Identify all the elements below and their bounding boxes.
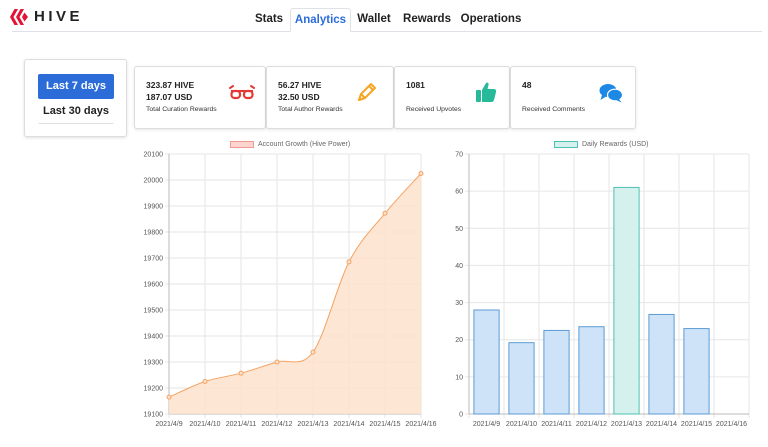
area-x-tick-label: 2021/4/9 [155,421,182,428]
area-y-tick-label: 19400 [144,334,164,341]
bar-y-tick-label: 40 [455,263,463,270]
bar-x-tick-label: 2021/4/11 [541,421,572,428]
area-y-tick-label: 19200 [144,386,164,393]
bar-x-tick-label: 2021/4/15 [681,421,712,428]
bar-y-tick-label: 10 [455,374,463,381]
charts-canvas: 2010020000199001980019700196001950019400… [144,152,750,429]
area-data-point [418,171,424,176]
bar-x-tick-label: 2021/4/10 [506,421,537,428]
bar-2021-4-9 [473,309,500,415]
area-fill [169,173,421,414]
account-growth-chart: 20100 20000 19900 19800 19700 19600 19500 19400… [144,152,437,429]
area-data-point [238,370,244,376]
area-x-tick-label: 2021/4/13 [297,421,328,428]
area-y-tick-label: 19900 [144,204,164,211]
area-data-point [274,359,280,365]
area-data-point [166,394,172,400]
bar-x-tick-label: 2021/4/12 [576,421,607,428]
bar-x-tick-label: 2021/4/9 [473,421,500,428]
area-x-tick-label: 2021/4/14 [333,421,364,428]
bar-x-tick-label: 2021/4/16 [716,421,747,428]
bar-2021-4-14 [648,313,675,415]
area-x-tick-label: 2021/4/16 [405,421,436,428]
bar-y-tick-label: 20 [455,337,463,344]
area-data-point [382,210,388,216]
bar-y-tick-label: 30 [455,300,463,307]
bar-2021-4-12 [578,326,605,415]
bar-y-tick-label: 50 [455,226,463,233]
area-y-tick-label: 19800 [144,230,164,237]
bar-y-tick-label: 70 [455,152,463,159]
area-x-tick-label: 2021/4/12 [261,421,292,428]
area-y-tick-label: 19600 [144,282,164,289]
area-x-tick-label: 2021/4/15 [369,421,400,428]
area-y-tick-label: 20000 [144,178,164,185]
area-data-point [310,349,316,355]
area-x-tick-label: 2021/4/10 [189,421,220,428]
area-y-tick-label: 19700 [144,256,164,263]
area-data-point [346,259,352,265]
bar-x-tick-label: 2021/4/13 [611,421,642,428]
bar-x-tick-label: 2021/4/14 [646,421,677,428]
bar-2021-4-11 [543,329,570,415]
area-y-tick-label: 19300 [144,360,164,367]
area-y-tick-label: 20100 [144,152,164,159]
bar-y-tick-label: 60 [455,189,463,196]
bar-y-tick-label: 0 [459,412,463,419]
bar-2021-4-15 [683,328,710,415]
bar-2021-4-10 [508,342,535,415]
daily-rewards-chart: 70 60 50 40 30 20 10 0 2021/4/9 2021/4/10 2021/4/1… [455,152,750,428]
area-y-tick-label: 19100 [144,412,164,419]
area-data-point [202,379,208,384]
bar-2021-4-13 [613,186,640,415]
area-y-tick-label: 19500 [144,308,164,315]
area-x-tick-label: 2021/4/11 [226,421,257,428]
